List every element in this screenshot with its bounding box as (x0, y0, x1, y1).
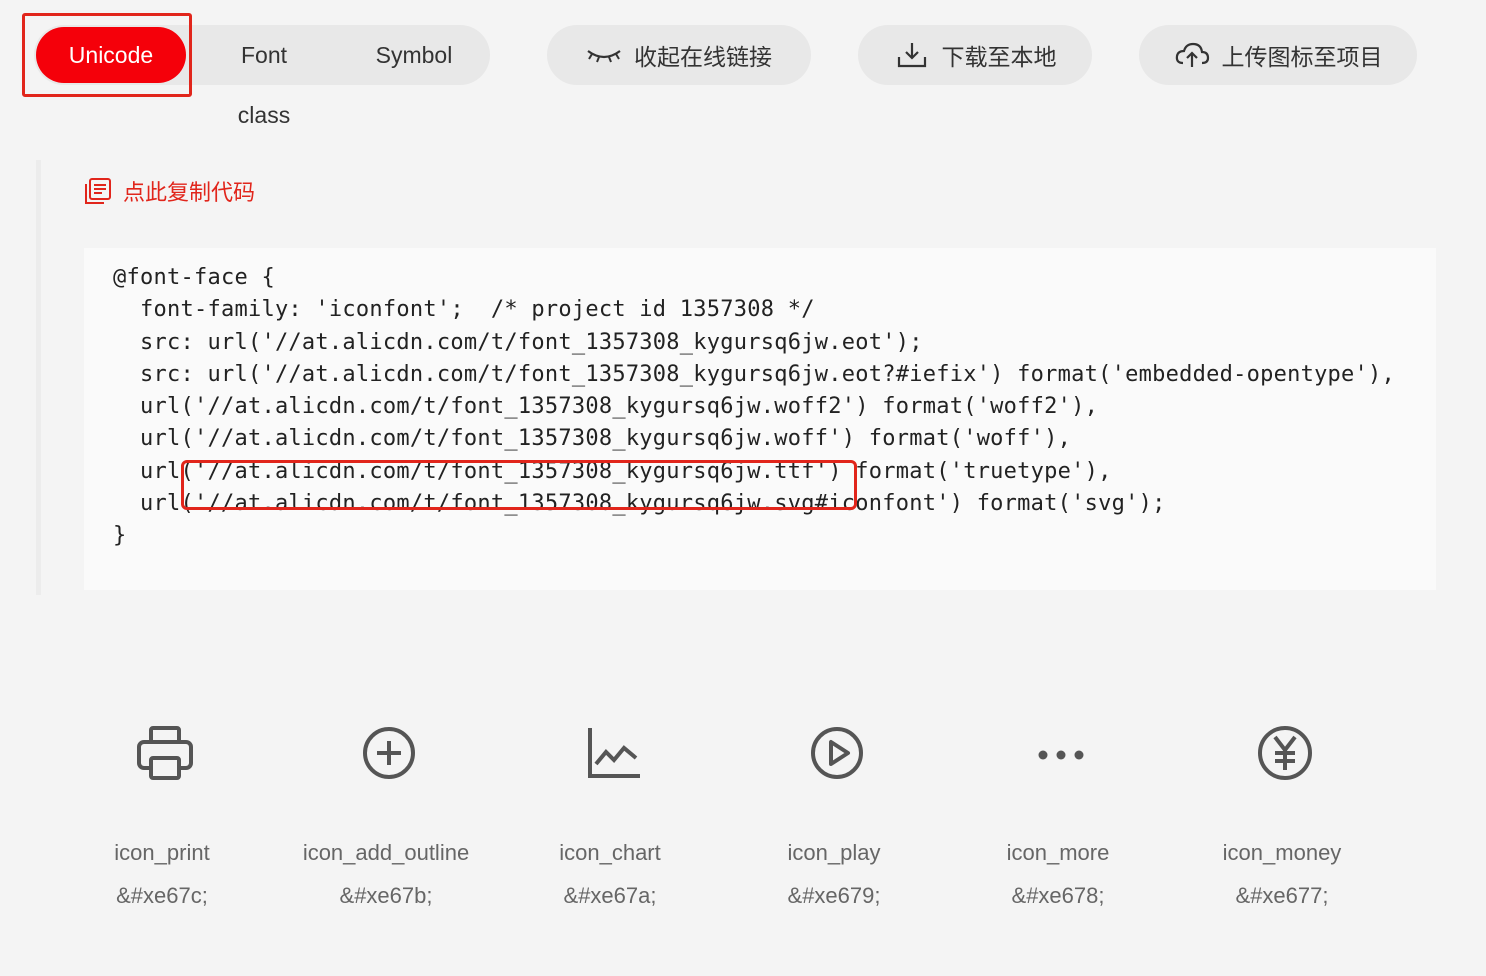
tab-group: Unicode Font class Symbol (34, 25, 490, 128)
upload-to-project-label: 上传图标至项目 (1221, 44, 1383, 70)
icon-code: &#xe679; (787, 883, 881, 908)
icon-name: icon_play (787, 840, 881, 865)
icon-code: &#xe677; (1235, 883, 1329, 908)
download-local-label: 下载至本地 (941, 44, 1057, 70)
icon-name: icon_more (1006, 840, 1110, 865)
icon-card[interactable]: icon_play &#xe679; (722, 700, 946, 940)
icon-card[interactable]: icon_print &#xe67c; (50, 700, 274, 940)
upload-to-project-button[interactable]: 上传图标至项目 (1139, 25, 1417, 85)
icon-code: &#xe67b; (339, 883, 433, 908)
play-icon (811, 727, 863, 779)
collapse-online-link-label: 收起在线链接 (634, 44, 772, 70)
tab-unicode[interactable]: Unicode (36, 27, 186, 83)
icon-card[interactable]: icon_add_outline &#xe67b; (274, 700, 498, 940)
icon-card[interactable]: icon_chart &#xe67a; (498, 700, 722, 940)
printer-icon (137, 726, 193, 780)
icon-code: &#xe67c; (116, 883, 208, 908)
icon-code: &#xe678; (1011, 883, 1105, 908)
code-block: @font-face { font-family: 'iconfont'; /*… (84, 248, 1436, 590)
more-icon (1038, 750, 1084, 760)
icon-name: icon_print (114, 840, 210, 865)
download-icon (897, 43, 926, 68)
toolbar: Unicode Font class Symbol 收起在线链接 下载至本地 上… (0, 0, 1486, 128)
icon-card[interactable]: icon_money &#xe677; (1170, 700, 1394, 940)
copy-document-icon (85, 178, 111, 204)
collapse-online-link-button[interactable]: 收起在线链接 (547, 25, 811, 85)
cloud-upload-icon (1175, 42, 1209, 67)
icon-card[interactable]: icon_more &#xe678; (946, 700, 1170, 940)
copy-code-button[interactable]: 点此复制代码 (83, 175, 255, 207)
code-panel: 点此复制代码 @font-face { font-family: 'iconfo… (36, 160, 1486, 595)
icon-grid: icon_print &#xe67c; icon_add_outline &#x… (50, 700, 1450, 950)
money-icon (1258, 726, 1312, 780)
icon-name: icon_money (1222, 840, 1342, 865)
icon-code: &#xe67a; (563, 883, 657, 908)
tab-symbol[interactable]: Symbol (374, 25, 454, 85)
add-outline-icon (363, 727, 415, 779)
chart-icon (588, 728, 640, 778)
download-local-button[interactable]: 下载至本地 (858, 25, 1092, 85)
icon-name: icon_add_outline (302, 840, 470, 865)
icon-name: icon_chart (559, 840, 661, 865)
copy-code-label: 点此复制代码 (123, 180, 256, 205)
font-face-code[interactable]: @font-face { font-family: 'iconfont'; /*… (113, 262, 1436, 553)
closed-eye-icon (587, 50, 621, 63)
tab-font-class[interactable]: Font class (214, 25, 314, 128)
